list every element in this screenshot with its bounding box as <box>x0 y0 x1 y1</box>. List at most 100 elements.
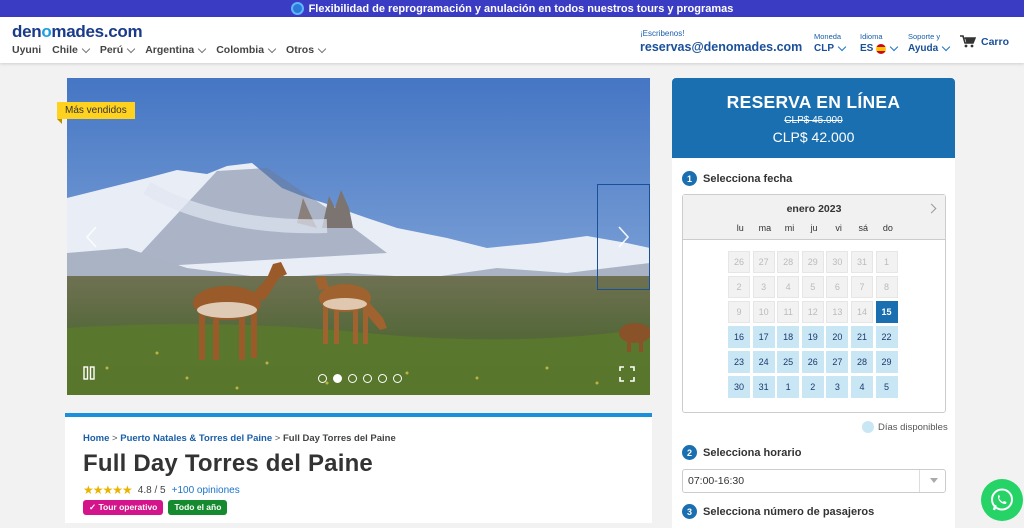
calendar-day-available[interactable]: 16 <box>728 326 750 348</box>
calendar-day-available[interactable]: 21 <box>850 326 873 348</box>
nav-item-otros[interactable]: Otros <box>286 44 327 56</box>
rating-row: ★★★★★ 4.8 / 5 +100 opiniones <box>83 483 240 497</box>
calendar-day-available[interactable]: 29 <box>875 351 898 373</box>
promo-text: Flexibilidad de reprogramación y anulaci… <box>308 2 734 15</box>
nav-label: Argentina <box>145 44 195 56</box>
nav-item-peru[interactable]: Perú <box>100 44 136 56</box>
rating-score: 4.8 / 5 <box>137 484 166 496</box>
slide-dot-active[interactable] <box>333 374 342 383</box>
nav-item-uyuni[interactable]: Uyuni <box>12 44 41 56</box>
step-number: 2 <box>682 445 697 460</box>
contact-block: ¡Escribenos! reservas@denomades.com <box>640 29 802 54</box>
calendar-day-available[interactable]: 3 <box>826 376 849 398</box>
calendar-grid: 26 27 28 29 30 31 1 2 3 4 5 6 7 8 9 10 11 12 13 14 15 16 17 18 1… <box>728 251 898 398</box>
whatsapp-button[interactable] <box>981 479 1023 521</box>
step-number: 1 <box>682 171 697 186</box>
tour-operativo-tag: ✓ Tour operativo <box>83 500 164 515</box>
booking-header: RESERVA EN LÍNEA CLP$ 45.000 CLP$ 42.000 <box>672 78 955 158</box>
chevron-down-icon <box>317 44 327 53</box>
breadcrumb-home-link[interactable]: Home <box>83 433 109 444</box>
language-selector[interactable]: Idioma ES <box>860 32 899 54</box>
weekday-label: vi <box>835 223 842 233</box>
currency-value: CLP <box>814 43 834 54</box>
nav-item-argentina[interactable]: Argentina <box>145 44 207 56</box>
language-label: Idioma <box>860 32 883 41</box>
weekday-label: sá <box>858 223 869 233</box>
calendar-day-disabled: 26 <box>728 251 750 273</box>
reviews-link[interactable]: +100 opiniones <box>172 485 240 496</box>
calendar-day-disabled: 11 <box>777 301 800 323</box>
calendar-day-available[interactable]: 28 <box>850 351 873 373</box>
site-header: denomades.com Uyuni Chile Perú Argentina… <box>0 17 1024 63</box>
calendar-day-disabled: 5 <box>801 276 824 298</box>
calendar-day-available[interactable]: 27 <box>826 351 849 373</box>
slide-dot[interactable] <box>378 374 387 383</box>
calendar-day-disabled: 7 <box>850 276 873 298</box>
calendar-day-available[interactable]: 23 <box>728 351 750 373</box>
chevron-left-icon[interactable] <box>84 225 98 249</box>
slide-dot[interactable] <box>363 374 372 383</box>
calendar-day-available[interactable]: 22 <box>875 326 898 348</box>
weekday-label: lu <box>736 223 744 233</box>
best-seller-badge: Más vendidos <box>57 102 135 124</box>
spain-flag-icon <box>876 43 887 54</box>
nav-label: Uyuni <box>12 44 42 56</box>
time-select-value: 07:00-16:30 <box>688 475 745 487</box>
calendar-day-available[interactable]: 19 <box>801 326 824 348</box>
calendar-day-selected[interactable]: 15 <box>875 301 898 323</box>
contact-email-link[interactable]: reservas@denomades.com <box>640 40 802 54</box>
nav-label: Chile <box>52 44 78 56</box>
site-logo[interactable]: denomades.com <box>12 22 143 42</box>
tag-list: ✓ Tour operativo Todo el año <box>83 500 228 515</box>
calendar-day-available[interactable]: 25 <box>777 351 800 373</box>
cart-label: Carro <box>981 35 1010 48</box>
calendar-day-available[interactable]: 24 <box>752 351 775 373</box>
step-select-passengers: 3 Selecciona número de pasajeros <box>682 504 874 519</box>
calendar-day-disabled: 1 <box>875 251 898 273</box>
weekday-label: mi <box>784 223 795 233</box>
breadcrumb-parent-link[interactable]: Puerto Natales & Torres del Paine <box>120 433 272 444</box>
slide-dot[interactable] <box>348 374 357 383</box>
chevron-down-icon <box>126 44 136 53</box>
support-value: Ayuda <box>908 43 939 54</box>
calendar-day-available[interactable]: 18 <box>777 326 800 348</box>
step-label: Selecciona fecha <box>703 172 793 185</box>
calendar-day-available[interactable]: 31 <box>752 376 775 398</box>
fullscreen-icon[interactable] <box>619 366 635 382</box>
calendar-day-available[interactable]: 4 <box>850 376 873 398</box>
slide-dot[interactable] <box>318 374 327 383</box>
calendar-day-available[interactable]: 26 <box>801 351 824 373</box>
step-label: Selecciona número de pasajeros <box>703 505 875 518</box>
dropdown-arrow-icon <box>919 470 945 492</box>
photo-gallery[interactable] <box>67 78 650 395</box>
chevron-right-icon[interactable] <box>617 225 631 249</box>
calendar-day-available[interactable]: 30 <box>728 376 750 398</box>
support-selector[interactable]: Soporte y Ayuda <box>908 32 951 54</box>
calendar-day-available[interactable]: 20 <box>826 326 849 348</box>
calendar-day-disabled: 2 <box>728 276 750 298</box>
calendar-day-available[interactable]: 1 <box>777 376 800 398</box>
slide-dot[interactable] <box>393 374 402 383</box>
page-title: Full Day Torres del Paine <box>83 450 373 477</box>
time-select[interactable]: 07:00-16:30 <box>682 469 946 493</box>
calendar-header: enero 2023 lu ma mi ju vi sá do <box>683 195 945 240</box>
language-value: ES <box>860 43 874 54</box>
nav-item-chile[interactable]: Chile <box>52 44 91 56</box>
calendar-day-available[interactable]: 2 <box>801 376 824 398</box>
pause-icon[interactable] <box>82 366 96 380</box>
legend-label: Días disponibles <box>878 421 948 433</box>
calendar-day-disabled: 28 <box>777 251 800 273</box>
chevron-down-icon <box>890 42 899 52</box>
calendar-day-disabled: 31 <box>850 251 873 273</box>
nav-label: Otros <box>286 44 315 56</box>
calendar-day-disabled: 8 <box>875 276 898 298</box>
star-rating-icon: ★★★★★ <box>83 483 133 497</box>
calendar-day-available[interactable]: 17 <box>752 326 775 348</box>
calendar-day-disabled: 30 <box>826 251 849 273</box>
calendar-day-available[interactable]: 5 <box>875 376 898 398</box>
nav-item-colombia[interactable]: Colombia <box>216 44 277 56</box>
step-select-time: 2 Selecciona horario <box>682 445 801 460</box>
cart-button[interactable]: Carro <box>960 35 1009 48</box>
currency-selector[interactable]: Moneda CLP <box>814 32 847 54</box>
nav-label: Colombia <box>216 44 265 56</box>
